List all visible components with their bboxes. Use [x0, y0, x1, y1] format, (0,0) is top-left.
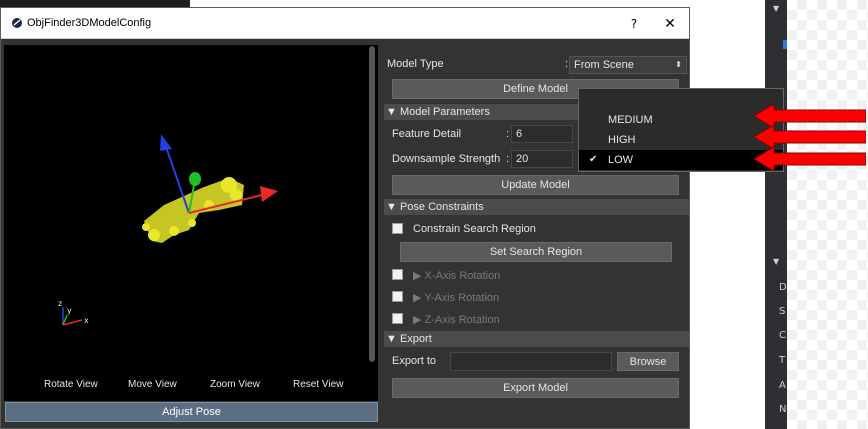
section-export[interactable]: ▼ Export — [384, 331, 689, 347]
red-pointer-arrow-icon — [754, 146, 866, 172]
expand-right-icon: ▶ — [413, 270, 425, 282]
background-label: D — [779, 282, 787, 293]
model-type-select[interactable]: From Scene ⬍ — [569, 56, 687, 74]
axis-gizmo: z y x — [58, 299, 89, 326]
background-label: A — [779, 380, 786, 391]
dropdown-option-medium[interactable]: MEDIUM — [579, 110, 783, 130]
downsample-strength-label: Downsample Strength — [392, 153, 501, 165]
model-type-value: From Scene — [574, 59, 634, 71]
export-to-label: Export to — [392, 355, 437, 367]
x-axis-rotation-checkbox[interactable] — [392, 269, 403, 280]
x-axis-arrowhead — [260, 186, 278, 202]
transparency-checkerboard — [787, 0, 868, 429]
z-axis-rotation-label: Z-Axis Rotation — [424, 314, 500, 326]
export-model-button[interactable]: Export Model — [392, 378, 679, 398]
title-bar[interactable]: ObjFinder3DModelConfig ? ✕ — [1, 8, 689, 39]
x-axis-rotation-item[interactable]: ▶ X-Axis Rotation — [413, 269, 500, 282]
expand-triangle-icon: ▼ — [386, 333, 400, 345]
background-side-panel: ▼ ▼ D S C T A N — [765, 0, 789, 429]
browse-button[interactable]: Browse — [617, 352, 679, 371]
dropdown-option-low[interactable]: ✔ LOW — [579, 150, 783, 170]
set-search-region-button[interactable]: Set Search Region — [400, 242, 672, 262]
background-label: S — [779, 306, 786, 317]
background-label: C — [779, 330, 786, 341]
model-type-label: Model Type — [387, 58, 444, 70]
z-axis-rotation-item[interactable]: ▶ Z-Axis Rotation — [413, 313, 500, 326]
downsample-strength-colon: : — [506, 153, 510, 165]
expand-right-icon: ▶ — [413, 292, 425, 304]
background-label: N — [779, 404, 787, 415]
help-button[interactable]: ? — [623, 14, 645, 34]
collapse-triangle-icon: ▼ — [773, 4, 780, 13]
gizmo-y-label: y — [67, 306, 72, 315]
update-model-button[interactable]: Update Model — [392, 175, 679, 195]
expand-triangle-icon: ▼ — [386, 201, 400, 213]
select-arrows-icon: ⬍ — [675, 60, 682, 69]
downsample-strength-field[interactable]: 20 — [511, 150, 573, 168]
rotate-view-button[interactable]: Rotate View — [44, 379, 98, 390]
gizmo-z-label: z — [58, 299, 62, 308]
model-config-dialog: ObjFinder3DModelConfig ? ✕ z y x Rotate … — [0, 7, 690, 429]
feature-detail-colon: : — [506, 128, 510, 140]
move-view-button[interactable]: Move View — [128, 379, 177, 390]
zoom-view-button[interactable]: Zoom View — [210, 379, 260, 390]
background-label: T — [779, 355, 786, 366]
window-title: ObjFinder3DModelConfig — [27, 17, 152, 29]
expand-triangle-icon: ▼ — [386, 106, 400, 118]
export-path-field[interactable] — [450, 352, 612, 371]
checkmark-icon: ✔ — [589, 154, 598, 165]
y-axis-rotation-item[interactable]: ▶ Y-Axis Rotation — [413, 291, 499, 304]
close-button[interactable]: ✕ — [659, 14, 681, 34]
splitter-scrollbar[interactable] — [369, 46, 375, 362]
y-axis-handle — [189, 172, 201, 186]
screen: ▼ ▼ D S C T A N ObjFinder3DModelConfig ?… — [0, 0, 868, 429]
feature-detail-field[interactable]: 6 — [511, 125, 573, 143]
app-logo-icon — [12, 18, 22, 28]
collapse-triangle-icon: ▼ — [773, 257, 780, 266]
3d-viewport[interactable]: z y x Rotate View Move View Zoom View Re… — [4, 45, 378, 401]
section-title: Model Parameters — [399, 106, 490, 118]
z-axis-arrowhead — [160, 134, 172, 151]
expand-right-icon: ▶ — [413, 314, 425, 326]
gizmo-x-label: x — [84, 316, 89, 325]
dropdown-option-high[interactable]: HIGH — [579, 130, 783, 150]
z-axis-rotation-checkbox[interactable] — [392, 313, 403, 324]
reset-view-button[interactable]: Reset View — [293, 379, 343, 390]
section-title: Pose Constraints — [399, 201, 484, 213]
constrain-search-checkbox[interactable] — [392, 223, 403, 234]
model-type-colon: : — [565, 58, 569, 70]
section-pose-constraints[interactable]: ▼ Pose Constraints — [384, 199, 689, 215]
point-cloud-view: z y x — [58, 134, 278, 326]
constrain-search-label: Constrain Search Region — [413, 223, 536, 235]
section-title: Export — [399, 333, 432, 345]
x-axis-rotation-label: X-Axis Rotation — [424, 270, 501, 282]
y-axis-rotation-label: Y-Axis Rotation — [424, 292, 500, 304]
y-axis-rotation-checkbox[interactable] — [392, 291, 403, 302]
adjust-pose-button[interactable]: Adjust Pose — [5, 402, 378, 422]
feature-detail-label: Feature Detail — [392, 128, 462, 140]
